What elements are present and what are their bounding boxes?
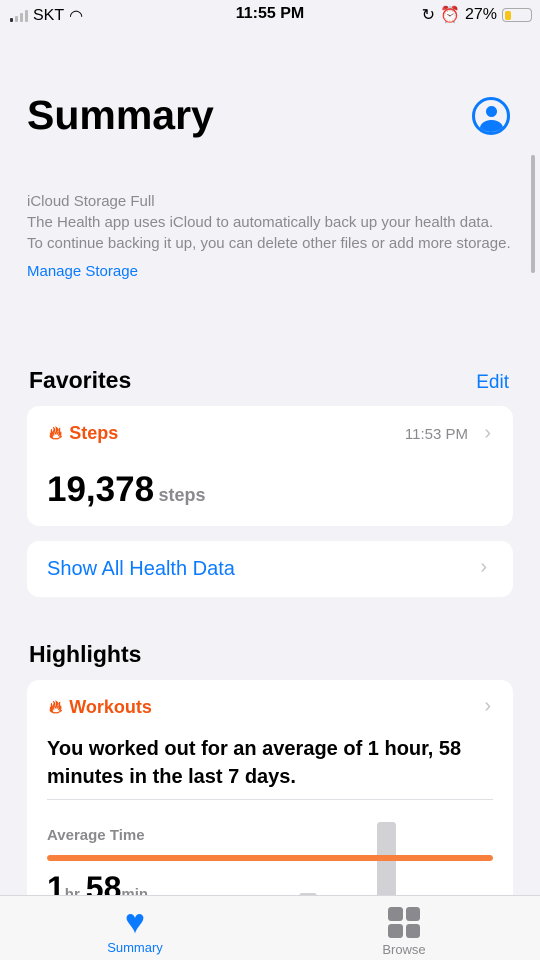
icloud-notice: iCloud Storage Full The Health app uses …: [27, 191, 512, 282]
grid-icon: [388, 907, 420, 938]
heart-icon: ♥: [124, 903, 146, 941]
status-bar: SKT ◠ 11:55 PM ↻ ⏰ 27%: [0, 0, 540, 30]
manage-storage-link[interactable]: Manage Storage: [27, 261, 512, 282]
show-all-label: Show All Health Data: [47, 558, 235, 580]
battery-percent: 27%: [464, 6, 497, 23]
chevron-right-icon: ›: [480, 556, 487, 578]
show-all-health-data-button[interactable]: Show All Health Data ›: [27, 541, 513, 597]
tab-browse-label: Browse: [382, 942, 426, 957]
chevron-right-icon: ›: [484, 695, 491, 717]
average-time-label: Average Time: [47, 827, 145, 844]
steps-value: 19,378: [47, 470, 155, 509]
workouts-label: Workouts: [69, 697, 152, 717]
steps-label: Steps: [69, 423, 119, 443]
battery-icon: [502, 8, 532, 22]
highlights-heading: Highlights: [29, 641, 142, 667]
workouts-summary: You worked out for an average of 1 hour,…: [47, 738, 462, 788]
scrollbar[interactable]: [531, 155, 535, 273]
page-title: Summary: [27, 92, 214, 138]
divider: [47, 799, 493, 800]
flame-icon: 🔥︎: [49, 697, 63, 717]
profile-avatar-button[interactable]: [472, 97, 510, 135]
steps-time: 11:53 PM: [404, 426, 468, 443]
average-line: [47, 855, 493, 861]
alarm-icon: ⏰: [440, 7, 460, 24]
icloud-body: The Health app uses iCloud to automatica…: [27, 214, 511, 252]
favorites-heading: Favorites: [29, 367, 132, 393]
rotation-lock-icon: ↻: [421, 7, 436, 24]
tab-summary[interactable]: ♥ Summary: [75, 904, 195, 955]
tab-bar: ♥ Summary Browse: [0, 895, 540, 960]
chevron-right-icon: ›: [484, 422, 491, 444]
tab-browse[interactable]: Browse: [344, 904, 464, 957]
steps-card[interactable]: 🔥︎ Steps 11:53 PM › 19,378 steps: [27, 406, 513, 526]
icloud-title: iCloud Storage Full: [27, 193, 155, 210]
tab-summary-label: Summary: [107, 940, 163, 955]
flame-icon: 🔥︎: [49, 423, 63, 443]
edit-button[interactable]: Edit: [476, 372, 509, 394]
steps-unit: steps: [158, 485, 206, 505]
